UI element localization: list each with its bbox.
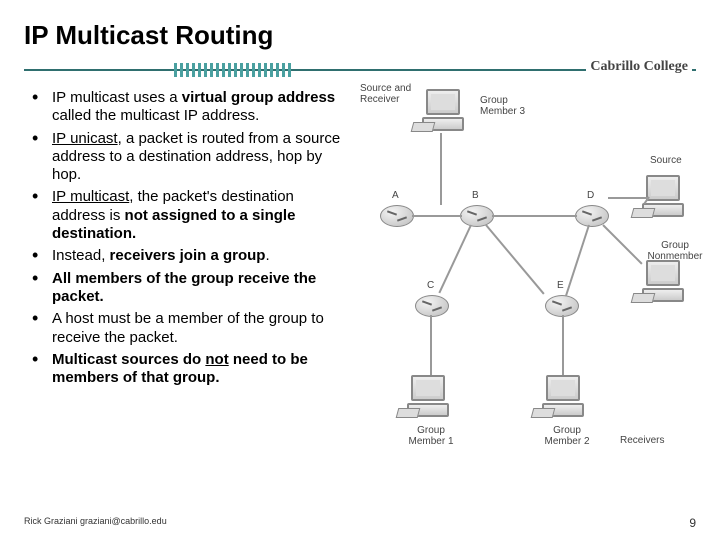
computer-icon	[405, 375, 451, 421]
link	[492, 215, 577, 217]
bullet-list: IP multicast uses a virtual group addres…	[24, 89, 344, 387]
bullet-item: All members of the group receive the pac…	[30, 270, 344, 307]
link	[485, 224, 544, 294]
router-icon	[380, 205, 414, 227]
title-divider: Cabrillo College	[24, 61, 696, 79]
host-label-source: Source	[650, 155, 682, 166]
link	[562, 315, 564, 375]
bullet-item: Instead, receivers join a group.	[30, 247, 344, 265]
bullet-item: IP multicast, the packet's destination a…	[30, 188, 344, 243]
footer-author: Rick Graziani graziani@cabrillo.edu	[24, 516, 167, 530]
link	[602, 224, 642, 264]
page-number: 9	[689, 516, 696, 530]
link	[440, 133, 442, 205]
router-label-d: D	[587, 190, 594, 201]
computer-icon	[640, 260, 686, 306]
host-label-member1: Group Member 1	[396, 425, 466, 447]
bullet-item: A host must be a member of the group to …	[30, 310, 344, 347]
host-label-top: Group Member 3	[480, 95, 540, 117]
host-label-nonmember: Group Nonmember	[640, 240, 710, 262]
bullet-item: IP multicast uses a virtual group addres…	[30, 89, 344, 126]
link	[565, 225, 590, 297]
computer-icon	[540, 375, 586, 421]
divider-ticks	[174, 63, 334, 77]
router-label-b: B	[472, 190, 479, 201]
bullet-item: IP unicast, a packet is routed from a so…	[30, 130, 344, 185]
computer-icon	[420, 89, 466, 135]
router-icon	[415, 295, 449, 317]
host-label-member2: Group Member 2	[532, 425, 602, 447]
page-title: IP Multicast Routing	[24, 20, 696, 51]
slide: IP Multicast Routing Cabrillo College IP…	[0, 0, 720, 540]
router-label-c: C	[427, 280, 434, 291]
brand-label: Cabrillo College	[586, 59, 692, 75]
receivers-label: Receivers	[620, 435, 664, 446]
slide-footer: Rick Graziani graziani@cabrillo.edu 9	[24, 516, 696, 530]
router-label-a: A	[392, 190, 399, 201]
link	[430, 315, 432, 375]
text-column: IP multicast uses a virtual group addres…	[24, 85, 344, 515]
link	[608, 197, 648, 199]
router-icon	[545, 295, 579, 317]
link	[438, 225, 472, 294]
slide-body: IP multicast uses a virtual group addres…	[24, 85, 696, 515]
bullet-item: Multicast sources do not need to be memb…	[30, 351, 344, 388]
network-diagram: Source and Receiver Group Member 3 Sourc…	[350, 85, 696, 515]
router-icon	[460, 205, 494, 227]
router-label-e: E	[557, 280, 564, 291]
link	[412, 215, 462, 217]
